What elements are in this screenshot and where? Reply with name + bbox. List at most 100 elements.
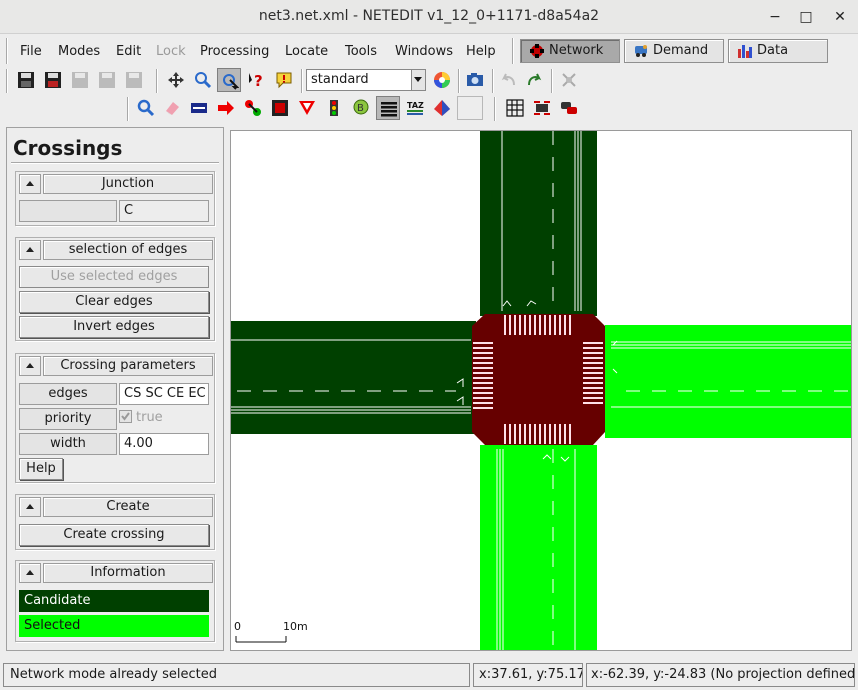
- scale-bar: 0 10m: [234, 620, 308, 643]
- collapse-information-button[interactable]: [19, 563, 41, 583]
- delete-mode-button[interactable]: [160, 96, 184, 120]
- network-view[interactable]: 0 10m: [231, 131, 851, 650]
- save-disabled-icon: [99, 72, 115, 88]
- use-selected-edges-button[interactable]: Use selected edges: [19, 266, 209, 288]
- edge-north[interactable]: [480, 131, 597, 316]
- status-message: Network mode already selected: [3, 663, 470, 687]
- polygon-icon: [434, 100, 450, 116]
- select-icon: [191, 103, 207, 113]
- undo-icon: [501, 73, 515, 86]
- minimize-button[interactable]: −: [764, 6, 786, 28]
- taz-mode-button[interactable]: TAZ: [403, 96, 427, 120]
- traffic-light-icon: [330, 100, 338, 116]
- color-wheel-button[interactable]: [430, 68, 454, 92]
- save-network-button[interactable]: [14, 68, 38, 92]
- edge-selection-group: selection of edges Use selected edges Cl…: [15, 237, 215, 341]
- create-title[interactable]: Create: [43, 497, 213, 517]
- taz-icon: TAZ: [407, 101, 424, 115]
- save-all-button[interactable]: [41, 68, 65, 92]
- menu-tools[interactable]: Tools: [345, 44, 377, 59]
- edge-selection-title[interactable]: selection of edges: [43, 240, 213, 260]
- menu-file[interactable]: File: [20, 44, 42, 59]
- close-button[interactable]: ✕: [829, 6, 851, 28]
- save-additionals-button[interactable]: [68, 68, 92, 92]
- candidate-legend: Candidate: [19, 590, 209, 612]
- additional-mode-button[interactable]: B: [349, 96, 373, 120]
- junction-group-title[interactable]: Junction: [43, 174, 213, 194]
- merge-icon: [534, 101, 550, 115]
- crossing-mode-button[interactable]: [376, 96, 400, 120]
- collapse-parameters-button[interactable]: [19, 356, 41, 376]
- traffic-light-mode-button[interactable]: [322, 96, 346, 120]
- window-title: net3.net.xml - NETEDIT v1_12_0+1171-d8a5…: [258, 8, 600, 24]
- toolbar-separator: [492, 69, 494, 93]
- message-button[interactable]: [272, 68, 296, 92]
- help-button[interactable]: Help: [19, 458, 63, 480]
- zoom-cursor-icon: [223, 74, 239, 90]
- screenshot-button[interactable]: [463, 68, 487, 92]
- save-data-button[interactable]: [122, 68, 146, 92]
- parameters-title[interactable]: Crossing parameters: [43, 356, 213, 376]
- checkmark-icon: [121, 412, 130, 421]
- menu-windows[interactable]: Windows: [395, 44, 453, 59]
- priority-checkbox-row[interactable]: true: [119, 408, 209, 430]
- crossings-frame: Crossings Junction C selection of edges …: [6, 127, 224, 651]
- network-canvas[interactable]: 0 10m: [230, 130, 852, 651]
- connection-mode-button[interactable]: [268, 96, 292, 120]
- junction-group: Junction C: [15, 171, 215, 226]
- priority-checkbox[interactable]: [119, 410, 132, 423]
- demand-mode-button[interactable]: Demand: [624, 39, 724, 63]
- change-all-phases-button[interactable]: [557, 96, 581, 120]
- edge-west[interactable]: [231, 321, 476, 434]
- red-arrow-icon: [218, 101, 234, 115]
- create-crossing-button[interactable]: Create crossing: [19, 524, 209, 546]
- redo-button[interactable]: [523, 68, 547, 92]
- compute-junctions-button[interactable]: [557, 68, 581, 92]
- menu-processing[interactable]: Processing: [200, 44, 269, 59]
- edge-south[interactable]: [480, 445, 597, 650]
- priority-value: true: [136, 410, 163, 425]
- information-group: Information Candidate Selected: [15, 560, 215, 642]
- move-mode-button[interactable]: [214, 96, 238, 120]
- cars-icon: [561, 102, 577, 114]
- locate-button[interactable]: [191, 68, 215, 92]
- collapse-edge-selection-button[interactable]: [19, 240, 41, 260]
- data-icon: [738, 45, 752, 58]
- inspect-view-button[interactable]: [217, 68, 241, 92]
- inspect-mode-button[interactable]: [134, 96, 158, 120]
- create-edge-button[interactable]: [241, 96, 265, 120]
- menu-grip: [6, 38, 8, 64]
- junction-c[interactable]: [472, 314, 605, 445]
- svg-text:B: B: [357, 103, 364, 114]
- wire-mode-button[interactable]: [457, 96, 483, 120]
- grid-icon: [506, 99, 524, 117]
- edges-field[interactable]: CS SC CE EC: [119, 383, 209, 405]
- maximize-button[interactable]: □: [795, 6, 817, 28]
- data-mode-button[interactable]: Data: [728, 39, 828, 63]
- save-demand-button[interactable]: [95, 68, 119, 92]
- information-title[interactable]: Information: [43, 563, 213, 583]
- collapse-junction-button[interactable]: [19, 174, 41, 194]
- clear-edges-button[interactable]: Clear edges: [19, 291, 209, 313]
- menu-help[interactable]: Help: [466, 44, 496, 59]
- width-field[interactable]: 4.00: [119, 433, 209, 455]
- shape-mode-button[interactable]: [430, 96, 454, 120]
- merge-junctions-button[interactable]: [530, 96, 554, 120]
- select-mode-button[interactable]: [187, 96, 211, 120]
- menu-edit[interactable]: Edit: [116, 44, 141, 59]
- camera-icon: [467, 73, 483, 86]
- eraser-icon: [166, 102, 179, 115]
- undo-button[interactable]: [497, 68, 521, 92]
- invert-edges-button[interactable]: Invert edges: [19, 316, 209, 338]
- recenter-view-button[interactable]: [164, 68, 188, 92]
- menu-separator: [512, 38, 514, 64]
- collapse-create-button[interactable]: [19, 497, 41, 517]
- help-cursor-button[interactable]: ?: [245, 68, 269, 92]
- color-scheme-select[interactable]: standard: [306, 69, 426, 91]
- toggle-grid-button[interactable]: [503, 96, 527, 120]
- menu-modes[interactable]: Modes: [58, 44, 100, 59]
- prohibition-mode-button[interactable]: [295, 96, 319, 120]
- menu-lock[interactable]: Lock: [156, 44, 186, 59]
- menu-locate[interactable]: Locate: [285, 44, 328, 59]
- network-mode-button[interactable]: Network: [520, 39, 620, 63]
